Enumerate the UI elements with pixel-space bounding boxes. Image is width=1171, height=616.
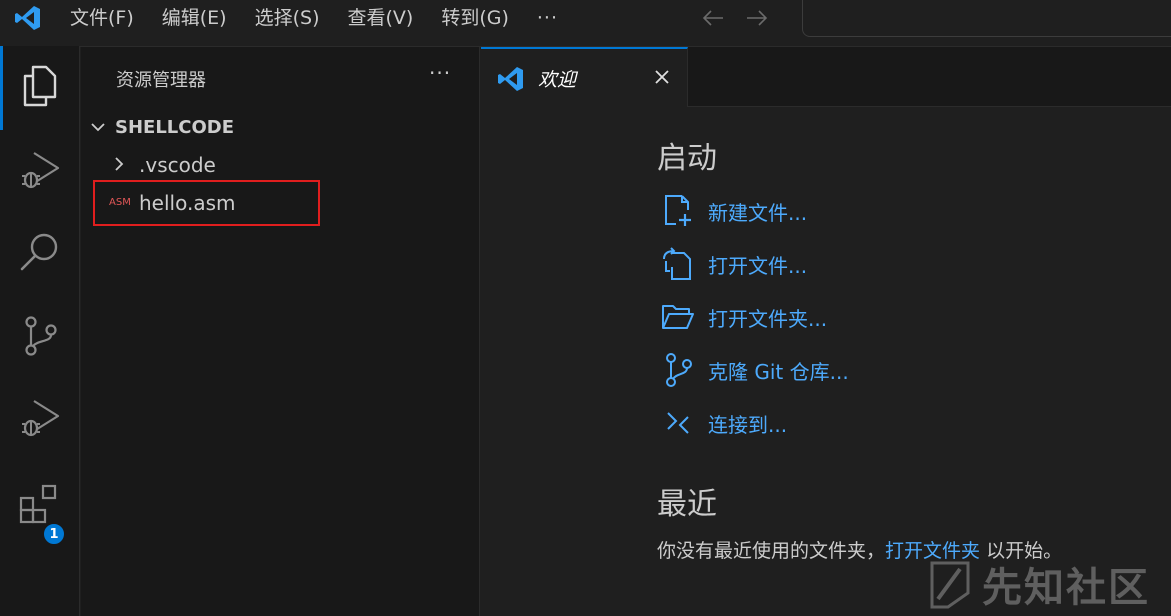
close-icon[interactable] [653,68,671,90]
title-bar: 文件(F) 编辑(E) 选择(S) 查看(V) 转到(G) ··· [0,0,1171,37]
command-center-search[interactable] [802,0,1171,37]
menu-go[interactable]: 转到(G) [427,0,523,36]
watermark: 先知社区 [926,556,1150,612]
clone-git-action[interactable]: 克隆 Git 仓库... [661,350,849,390]
new-file-label: 新建文件... [708,200,808,225]
chevron-down-icon [81,121,115,133]
menu-file[interactable]: 文件(F) [56,0,148,36]
activity-bar: 1 [0,46,80,616]
workspace-folder-header[interactable]: SHELLCODE [81,111,479,143]
tree-item-vscode[interactable]: .vscode [81,147,479,183]
watermark-logo-icon [930,561,970,609]
open-file-action[interactable]: 打开文件... [661,244,807,284]
connect-remote-label: 连接到... [708,412,788,437]
start-section-title: 启动 [657,141,717,176]
menu-selection[interactable]: 选择(S) [241,0,334,36]
connect-remote-action[interactable]: 连接到... [661,403,787,443]
sidebar-more-button[interactable]: ··· [429,61,451,85]
sidebar-title: 资源管理器 [116,70,206,91]
back-arrow-icon[interactable] [700,5,726,31]
tab-label: 欢迎 [538,69,577,91]
editor-tab-bar: 欢迎 [481,47,1171,107]
clone-git-label: 克隆 Git 仓库... [708,359,849,384]
watermark-text: 先知社区 [982,565,1150,611]
git-clone-icon [661,353,695,387]
open-file-label: 打开文件... [708,253,808,278]
explorer-sidebar: 资源管理器 ··· SHELLCODE .vscode ASM hello.as… [81,47,480,616]
open-file-icon [661,247,695,281]
explorer-icon[interactable] [0,46,80,130]
highlight-annotation-box [93,180,320,226]
menu-view[interactable]: 查看(V) [334,0,428,36]
forward-arrow-icon[interactable] [744,5,770,31]
menu-more-button[interactable]: ··· [523,7,572,29]
open-folder-action[interactable]: 打开文件夹... [661,297,827,337]
remote-connect-icon [661,406,695,440]
new-file-action[interactable]: 新建文件... [661,191,807,231]
source-control-icon[interactable] [0,296,80,376]
new-file-icon [661,194,695,228]
welcome-page: 启动 新建文件... 打开文件... 打开文件夹... 克隆 Git 仓库...… [481,107,1171,616]
open-folder-icon [661,300,695,334]
recent-section-title: 最近 [657,487,717,522]
open-folder-label: 打开文件夹... [708,306,828,331]
run-debug-icon[interactable] [0,130,80,210]
menu-edit[interactable]: 编辑(E) [148,0,241,36]
tab-welcome[interactable]: 欢迎 [481,47,688,107]
vscode-logo-icon [497,65,525,97]
run-debug-icon[interactable] [0,378,80,458]
tree-item-label: .vscode [139,153,216,177]
chevron-right-icon [113,155,125,177]
vscode-logo-icon [0,0,56,36]
extensions-icon[interactable]: 1 [0,464,80,546]
extensions-badge: 1 [42,522,66,546]
workspace-folder-name: SHELLCODE [115,116,235,138]
recent-prefix-text: 你没有最近使用的文件夹， [657,540,886,562]
search-icon[interactable] [0,212,80,292]
